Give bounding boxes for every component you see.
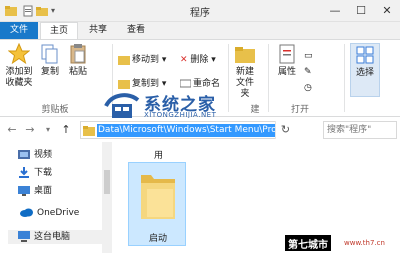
- forward-button[interactable]: →: [22, 122, 38, 138]
- minimize-button[interactable]: —: [322, 0, 348, 22]
- delete-label: 删除: [190, 55, 209, 65]
- open-group-label: 打开: [290, 105, 309, 115]
- clipboard-group-label: 剪贴板: [41, 105, 69, 115]
- download-icon: [19, 167, 29, 178]
- nav-item-label: 这台电脑: [34, 232, 71, 242]
- move-folder-icon: [118, 56, 130, 65]
- close-button[interactable]: ✕: [374, 0, 400, 22]
- open-icon[interactable]: ▭: [304, 50, 313, 63]
- select-label: 选择: [355, 68, 374, 78]
- address-bar[interactable]: Data\Microsoft\Windows\Start Menu\Progra…: [80, 121, 295, 139]
- scrollbar-thumb[interactable]: [104, 170, 110, 194]
- nav-item-label: 桌面: [34, 186, 53, 196]
- clipboard-icon: [70, 44, 86, 64]
- up-button[interactable]: ↑: [58, 122, 74, 138]
- site-badge-url: www.th7.cn: [344, 239, 385, 247]
- history-icon[interactable]: ◷: [304, 82, 312, 95]
- desktop-icon: [18, 186, 30, 196]
- move-to-label: 移动到: [132, 55, 160, 65]
- paste-label: 粘贴: [68, 67, 87, 77]
- nav-item-downloads[interactable]: 下载: [18, 166, 52, 180]
- edit-icon[interactable]: ✎: [304, 66, 312, 79]
- pin-label-line2: 收藏夹: [5, 78, 33, 88]
- cloud-icon: [20, 208, 33, 217]
- site-badge: 第七城市: [285, 235, 331, 251]
- copy-icon: [41, 44, 58, 64]
- pin-label-line1: 添加到: [5, 67, 33, 77]
- partial-item-label: 用: [154, 151, 164, 161]
- delete-button[interactable]: ✕ 删除 ▾: [180, 54, 216, 67]
- nav-item-label: 下载: [34, 168, 53, 178]
- nav-scrollbar[interactable]: [102, 142, 112, 253]
- recent-dropdown-icon[interactable]: ▾: [40, 122, 56, 138]
- refresh-button[interactable]: ↻: [275, 121, 295, 139]
- tab-home[interactable]: 主页: [40, 22, 78, 40]
- select-grid-icon: [356, 46, 374, 64]
- folder-icon: [83, 126, 95, 136]
- tab-share[interactable]: 共享: [80, 22, 116, 39]
- star-icon: [8, 43, 30, 65]
- copy-folder-icon: [118, 80, 130, 89]
- ribbon-tabs: 文件 主页 共享 查看: [0, 22, 400, 40]
- properties-button[interactable]: 属性: [274, 43, 300, 78]
- properties-label: 属性: [277, 67, 296, 77]
- nav-item-label: OneDrive: [37, 208, 80, 218]
- folder-name: 启动: [148, 234, 167, 244]
- copy-button[interactable]: 复制: [38, 43, 62, 78]
- nav-item-desktop[interactable]: 桌面: [18, 184, 52, 198]
- folder-item-startup[interactable]: 启动: [128, 162, 186, 246]
- new-folder-icon: [235, 47, 255, 63]
- folder-icon: [141, 175, 175, 219]
- new-folder-label-line1: 新建: [235, 67, 254, 77]
- search-input[interactable]: 搜索"程序": [323, 121, 397, 139]
- file-list: 用 启动: [112, 142, 400, 253]
- nav-item-videos[interactable]: 视频: [18, 148, 52, 162]
- rename-label: 重命名: [193, 79, 221, 89]
- delete-icon: ✕: [180, 55, 188, 65]
- video-icon: [18, 150, 30, 159]
- nav-item-label: 视频: [34, 150, 53, 160]
- address-path[interactable]: Data\Microsoft\Windows\Start Menu\Progra: [97, 124, 293, 137]
- copy-to-label: 复制到: [132, 79, 160, 89]
- title-bar: ▾ 程序 — ☐ ✕: [0, 0, 400, 22]
- maximize-button[interactable]: ☐: [348, 0, 374, 22]
- pc-icon: [18, 231, 30, 242]
- group-divider: [344, 44, 345, 112]
- navigation-bar: ← → ▾ ↑ Data\Microsoft\Windows\Start Men…: [0, 118, 400, 142]
- copy-label: 复制: [40, 67, 59, 77]
- navigation-pane: 视频 下载 桌面 OneDrive 这台电脑: [0, 142, 112, 253]
- move-to-button[interactable]: 移动到 ▾: [118, 54, 166, 67]
- select-button[interactable]: 选择: [350, 43, 380, 97]
- properties-icon: [279, 44, 295, 64]
- pin-to-favorites-button[interactable]: 添加到 收藏夹: [4, 43, 34, 89]
- nav-item-this-pc[interactable]: 这台电脑: [8, 230, 102, 244]
- rename-icon: [179, 79, 192, 88]
- paste-button[interactable]: 粘贴: [66, 43, 90, 78]
- nav-item-onedrive[interactable]: OneDrive: [20, 206, 79, 220]
- tab-file[interactable]: 文件: [0, 22, 38, 39]
- back-button[interactable]: ←: [4, 122, 20, 138]
- tab-view[interactable]: 查看: [118, 22, 154, 39]
